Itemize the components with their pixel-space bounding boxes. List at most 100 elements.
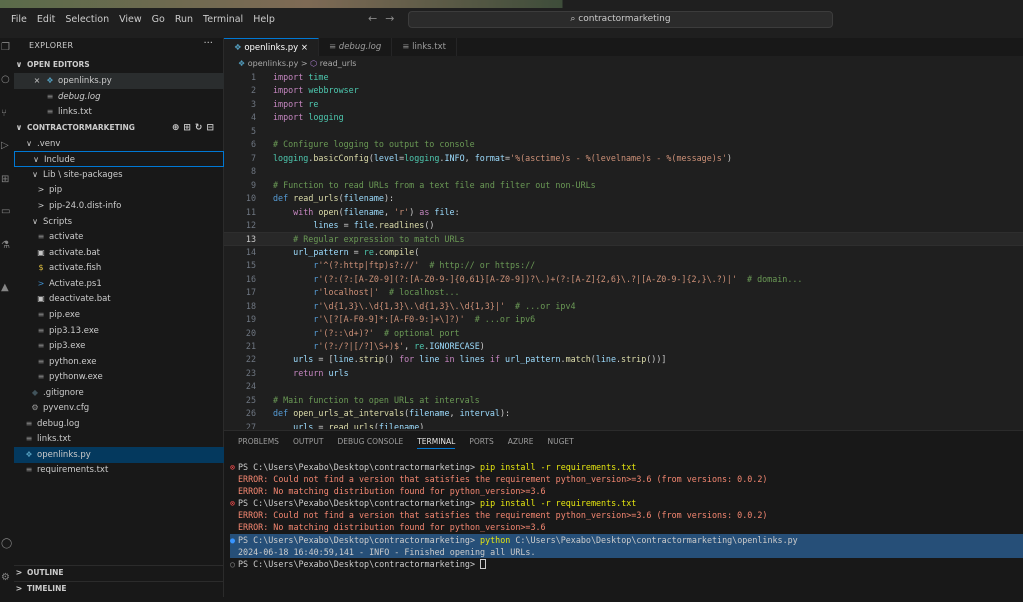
- python-file-icon: ❖: [25, 450, 33, 459]
- menu-help[interactable]: Help: [248, 12, 280, 27]
- tree-file[interactable]: ≡ pip3.exe: [14, 338, 224, 354]
- menu-go[interactable]: Go: [147, 12, 170, 27]
- code-line: 17 r'localhost|' # localhost...: [224, 286, 1023, 299]
- terminal-output[interactable]: ⊗ PS C:\Users\Pexabo\Desktop\contractorma…: [230, 461, 1023, 570]
- open-editor-debug-log[interactable]: ≡ debug.log: [14, 89, 224, 105]
- new-folder-icon[interactable]: ⊞: [183, 123, 195, 133]
- tree-file[interactable]: ≡ links.txt: [14, 431, 224, 447]
- tab-openlinks[interactable]: ❖ openlinks.py ×: [224, 38, 319, 56]
- collapse-all-icon[interactable]: ⊟: [206, 123, 218, 133]
- run-debug-icon[interactable]: ▷: [0, 138, 14, 154]
- text-file-icon: ≡: [37, 341, 45, 350]
- menu-selection[interactable]: Selection: [60, 12, 114, 27]
- more-actions-icon[interactable]: ···: [203, 38, 213, 49]
- tab-ports[interactable]: PORTS: [469, 437, 493, 449]
- tree-file[interactable]: ≡ activate: [14, 229, 224, 245]
- tree-file[interactable]: ≡ requirements.txt: [14, 462, 224, 478]
- account-icon[interactable]: ◯: [0, 536, 14, 552]
- code-line: 20 r'(?::\d+)?' # optional port: [224, 327, 1023, 340]
- tree-file[interactable]: $ activate.fish: [14, 260, 224, 276]
- code-text: r'(?::\d+)?' # optional port: [313, 327, 460, 338]
- line-number: 12: [245, 219, 256, 230]
- code-text: urls = [line.strip() for line in lines i…: [293, 354, 667, 365]
- tree-file[interactable]: ❖ openlinks.py: [14, 447, 224, 463]
- tree-file[interactable]: ≡ python.exe: [14, 354, 224, 370]
- tree-label: Lib \ site-packages: [43, 170, 123, 180]
- open-editor-label: openlinks.py: [58, 76, 112, 86]
- open-editor-openlinks[interactable]: × ❖ openlinks.py: [14, 73, 224, 89]
- code-line: 11 with open(filename, 'r') as file:: [224, 206, 1023, 219]
- explorer-title: EXPLORER: [29, 41, 74, 50]
- forward-arrow-icon[interactable]: →: [385, 12, 402, 25]
- tab-terminal[interactable]: TERMINAL: [417, 437, 456, 449]
- chevron-right-icon: >: [37, 201, 45, 210]
- tab-links-txt[interactable]: ≡ links.txt: [392, 38, 457, 56]
- tree-file[interactable]: ≡ debug.log: [14, 416, 224, 432]
- terminal-command: python: [480, 534, 511, 545]
- close-icon[interactable]: ×: [301, 43, 308, 53]
- tab-debug-console[interactable]: DEBUG CONSOLE: [338, 437, 404, 449]
- extensions-icon[interactable]: ⊞: [0, 172, 14, 188]
- explorer-icon[interactable]: ❐: [0, 40, 14, 56]
- tree-file[interactable]: ◆ .gitignore: [14, 385, 224, 401]
- menu-run[interactable]: Run: [170, 12, 198, 27]
- tree-folder[interactable]: ∨ Include: [14, 151, 224, 167]
- line-number: 23: [245, 367, 256, 378]
- remote-explorer-icon[interactable]: ▭: [0, 204, 14, 220]
- text-file-icon: ≡: [25, 465, 33, 474]
- search-view-icon[interactable]: ○: [0, 72, 14, 88]
- tab-problems[interactable]: PROBLEMS: [238, 437, 279, 449]
- tree-folder[interactable]: > pip-24.0.dist-info: [14, 198, 224, 214]
- tab-debug-log[interactable]: ≡ debug.log: [319, 38, 393, 56]
- tree-file[interactable]: ≡ pip3.13.exe: [14, 323, 224, 339]
- close-icon[interactable]: ×: [32, 73, 42, 89]
- outline-label: OUTLINE: [27, 568, 64, 577]
- code-text: lines = file.readlines(): [313, 219, 435, 230]
- new-file-icon[interactable]: ⊕: [172, 123, 184, 133]
- tree-label: activate: [49, 232, 84, 242]
- tree-file[interactable]: ▣ deactivate.bat: [14, 291, 224, 307]
- code-text: def read_urls(filename):: [273, 193, 395, 204]
- tree-file[interactable]: ≡ pythonw.exe: [14, 369, 224, 385]
- settings-gear-icon[interactable]: ⚙: [0, 570, 14, 586]
- chevron-right-icon: >: [37, 185, 45, 194]
- breadcrumb-symbol[interactable]: read_urls: [320, 59, 357, 68]
- tree-folder[interactable]: > pip: [14, 182, 224, 198]
- terminal-prompt: PS C:\Users\Pexabo\Desktop\contractormar…: [238, 498, 475, 509]
- tree-file[interactable]: ⚙ pyvenv.cfg: [14, 400, 224, 416]
- outline-section[interactable]: > OUTLINE: [14, 565, 224, 579]
- source-control-icon[interactable]: ⑂: [0, 106, 14, 122]
- project-section[interactable]: ∨ CONTRACTORMARKETING ⊕⊞↻⊟: [14, 120, 224, 136]
- line-number: 14: [245, 246, 256, 257]
- tree-file[interactable]: ▣ activate.bat: [14, 245, 224, 261]
- refresh-icon[interactable]: ↻: [195, 123, 207, 133]
- command-center-search[interactable]: ⌕ contractormarketing: [408, 11, 833, 28]
- timeline-section[interactable]: > TIMELINE: [14, 581, 224, 595]
- terminal-error: ERROR: No matching distribution found fo…: [238, 522, 546, 533]
- back-arrow-icon[interactable]: ←: [368, 12, 385, 25]
- tab-label: links.txt: [412, 42, 446, 52]
- terminal-line: ⊗ PS C:\Users\Pexabo\Desktop\contractorma…: [230, 461, 1023, 473]
- breadcrumb-file[interactable]: openlinks.py: [248, 59, 299, 68]
- tab-output[interactable]: OUTPUT: [293, 437, 324, 449]
- menu-file[interactable]: File: [6, 12, 32, 27]
- testing-icon[interactable]: ⚗: [0, 238, 14, 254]
- menu-view[interactable]: View: [114, 12, 147, 27]
- tree-folder[interactable]: ∨ Scripts: [14, 214, 224, 230]
- open-editors-section[interactable]: ∨ OPEN EDITORS: [14, 57, 224, 73]
- tree-file[interactable]: > Activate.ps1: [14, 276, 224, 292]
- tree-label: pyvenv.cfg: [43, 403, 90, 413]
- tab-nuget[interactable]: NUGET: [548, 437, 574, 449]
- line-number: 3: [250, 98, 256, 109]
- menu-terminal[interactable]: Terminal: [198, 12, 248, 27]
- tab-azure[interactable]: AZURE: [508, 437, 534, 449]
- open-editor-links-txt[interactable]: ≡ links.txt: [14, 104, 224, 120]
- code-text: r'\d{1,3}\.\d{1,3}\.\d{1,3}\.\d{1,3}|' #…: [313, 300, 576, 311]
- azure-icon[interactable]: ▲: [0, 280, 14, 296]
- menu-edit[interactable]: Edit: [32, 12, 60, 27]
- tree-folder[interactable]: ∨ Lib \ site-packages: [14, 167, 224, 183]
- tree-folder[interactable]: ∨ .venv: [14, 136, 224, 152]
- tree-file[interactable]: ≡ pip.exe: [14, 307, 224, 323]
- code-text: # Configure logging to output to console: [273, 139, 475, 150]
- open-editor-label: links.txt: [58, 107, 92, 117]
